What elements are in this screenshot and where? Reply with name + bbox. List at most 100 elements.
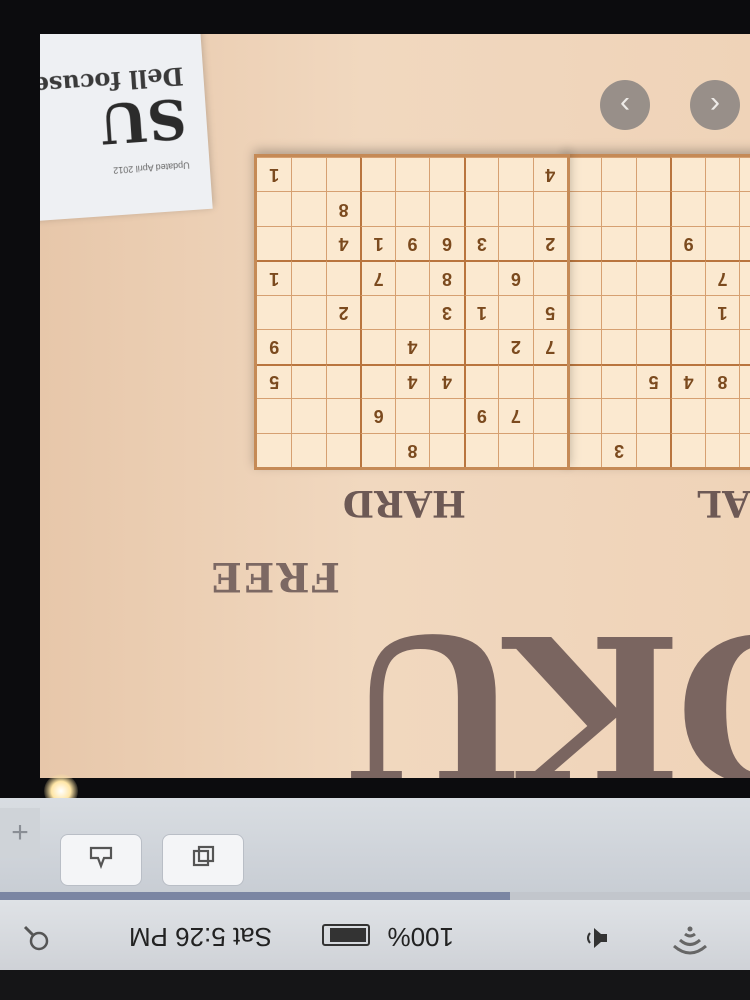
sudoku-cell[interactable]: 8: [394, 432, 430, 467]
sudoku-cell[interactable]: [601, 398, 636, 433]
sudoku-cell[interactable]: [325, 260, 361, 295]
add-tab-button[interactable]: +: [0, 808, 40, 858]
sudoku-cell[interactable]: [635, 191, 671, 226]
sudoku-cell[interactable]: [325, 432, 361, 467]
sudoku-cell[interactable]: 1: [257, 260, 292, 295]
spotlight-icon[interactable]: [22, 917, 50, 952]
sudoku-cell[interactable]: 4: [394, 329, 430, 364]
sudoku-cell[interactable]: 3: [601, 432, 636, 467]
sudoku-cell[interactable]: [463, 191, 499, 226]
sudoku-cell[interactable]: [704, 191, 740, 226]
sudoku-cell[interactable]: [291, 329, 326, 364]
sudoku-cell[interactable]: [670, 432, 705, 467]
sudoku-cell[interactable]: [532, 432, 567, 467]
sudoku-cell[interactable]: [601, 329, 636, 364]
sudoku-cell[interactable]: 6: [360, 398, 395, 433]
sudoku-cell[interactable]: 3: [739, 398, 750, 433]
sudoku-cell[interactable]: [567, 398, 602, 433]
sudoku-cell[interactable]: [532, 191, 567, 226]
sudoku-cell[interactable]: [498, 432, 533, 467]
next-page-button[interactable]: ›: [600, 80, 650, 130]
sudoku-cell[interactable]: [567, 157, 602, 192]
sudoku-cell[interactable]: [498, 294, 533, 330]
sudoku-cell[interactable]: [704, 157, 740, 192]
sudoku-cell[interactable]: [635, 398, 671, 433]
sudoku-cell[interactable]: [498, 157, 533, 192]
sudoku-cell[interactable]: 7: [498, 398, 533, 433]
sudoku-cell[interactable]: 5: [532, 294, 567, 330]
sudoku-cell[interactable]: [704, 329, 740, 364]
sudoku-cell[interactable]: 1: [739, 432, 750, 467]
sudoku-cell[interactable]: [291, 294, 326, 330]
sudoku-cell[interactable]: [429, 329, 464, 364]
sudoku-cell[interactable]: [635, 157, 671, 192]
sudoku-cell[interactable]: [360, 432, 395, 467]
sudoku-cell[interactable]: 3: [429, 294, 464, 330]
sudoku-cell[interactable]: [704, 432, 740, 467]
sudoku-cell[interactable]: [325, 157, 361, 192]
sudoku-cell[interactable]: [532, 260, 567, 295]
sudoku-cell[interactable]: [601, 260, 636, 295]
sudoku-cell[interactable]: [257, 191, 292, 226]
sudoku-cell[interactable]: [257, 294, 292, 330]
sudoku-cell[interactable]: 2: [739, 363, 750, 399]
sudoku-cell[interactable]: [567, 432, 602, 467]
sudoku-cell[interactable]: [601, 157, 636, 192]
sudoku-cell[interactable]: [291, 398, 326, 433]
sudoku-cell[interactable]: [567, 329, 602, 364]
sudoku-cell[interactable]: [498, 363, 533, 399]
sudoku-cell[interactable]: [394, 191, 430, 226]
sudoku-cell[interactable]: [532, 363, 567, 399]
sudoku-cell[interactable]: 7: [360, 260, 395, 295]
sudoku-cell[interactable]: [463, 260, 499, 295]
sudoku-cell[interactable]: [429, 398, 464, 433]
sudoku-cell[interactable]: 4: [670, 363, 705, 399]
sudoku-cell[interactable]: 1: [360, 225, 395, 261]
sudoku-cell[interactable]: [739, 191, 750, 226]
sudoku-cell[interactable]: 8: [429, 260, 464, 295]
sudoku-cell[interactable]: [567, 294, 602, 330]
sudoku-cell[interactable]: [704, 398, 740, 433]
sudoku-cell[interactable]: 4: [532, 157, 567, 192]
prev-page-button[interactable]: ‹: [690, 80, 740, 130]
sudoku-cell[interactable]: [360, 363, 395, 399]
sudoku-cell[interactable]: [601, 294, 636, 330]
sudoku-cell[interactable]: [429, 157, 464, 192]
sudoku-cell[interactable]: [360, 329, 395, 364]
sudoku-cell[interactable]: [394, 157, 430, 192]
sudoku-cell[interactable]: [360, 191, 395, 226]
sudoku-cell[interactable]: [498, 225, 533, 261]
sudoku-cell[interactable]: 1: [463, 294, 499, 330]
sudoku-cell[interactable]: [325, 363, 361, 399]
sudoku-cell[interactable]: 9: [394, 225, 430, 261]
sudoku-cell[interactable]: [429, 191, 464, 226]
sudoku-cell[interactable]: 9: [670, 225, 705, 261]
sudoku-cell[interactable]: [567, 225, 602, 261]
sudoku-cell[interactable]: [463, 157, 499, 192]
sudoku-cell[interactable]: [739, 260, 750, 295]
sudoku-cell[interactable]: 4: [325, 225, 361, 261]
sudoku-cell[interactable]: [394, 398, 430, 433]
sudoku-cell[interactable]: [635, 329, 671, 364]
sudoku-cell[interactable]: [463, 363, 499, 399]
newspaper-thumbnail[interactable]: Updated April 2012 SU Dell focuses o: [40, 34, 213, 227]
sudoku-cell[interactable]: [257, 398, 292, 433]
sudoku-cell[interactable]: [360, 294, 395, 330]
sudoku-cell[interactable]: [670, 294, 705, 330]
sudoku-cell[interactable]: [567, 363, 602, 399]
sudoku-cell[interactable]: 5: [257, 363, 292, 399]
sudoku-cell[interactable]: 9: [463, 398, 499, 433]
sudoku-cell[interactable]: 8: [704, 363, 740, 399]
sudoku-cell[interactable]: [360, 157, 395, 192]
sudoku-cell[interactable]: [257, 225, 292, 261]
sudoku-cell[interactable]: [325, 398, 361, 433]
sudoku-cell[interactable]: [498, 191, 533, 226]
sudoku-cell[interactable]: [601, 191, 636, 226]
sudoku-cell[interactable]: [670, 157, 705, 192]
sudoku-cell[interactable]: [635, 260, 671, 295]
hard-puzzle-grid[interactable]: 8796445724951326871236914841: [254, 154, 570, 470]
sudoku-cell[interactable]: 4: [429, 363, 464, 399]
sudoku-cell[interactable]: 9: [739, 329, 750, 364]
sudoku-cell[interactable]: [394, 260, 430, 295]
sudoku-cell[interactable]: 6: [498, 260, 533, 295]
